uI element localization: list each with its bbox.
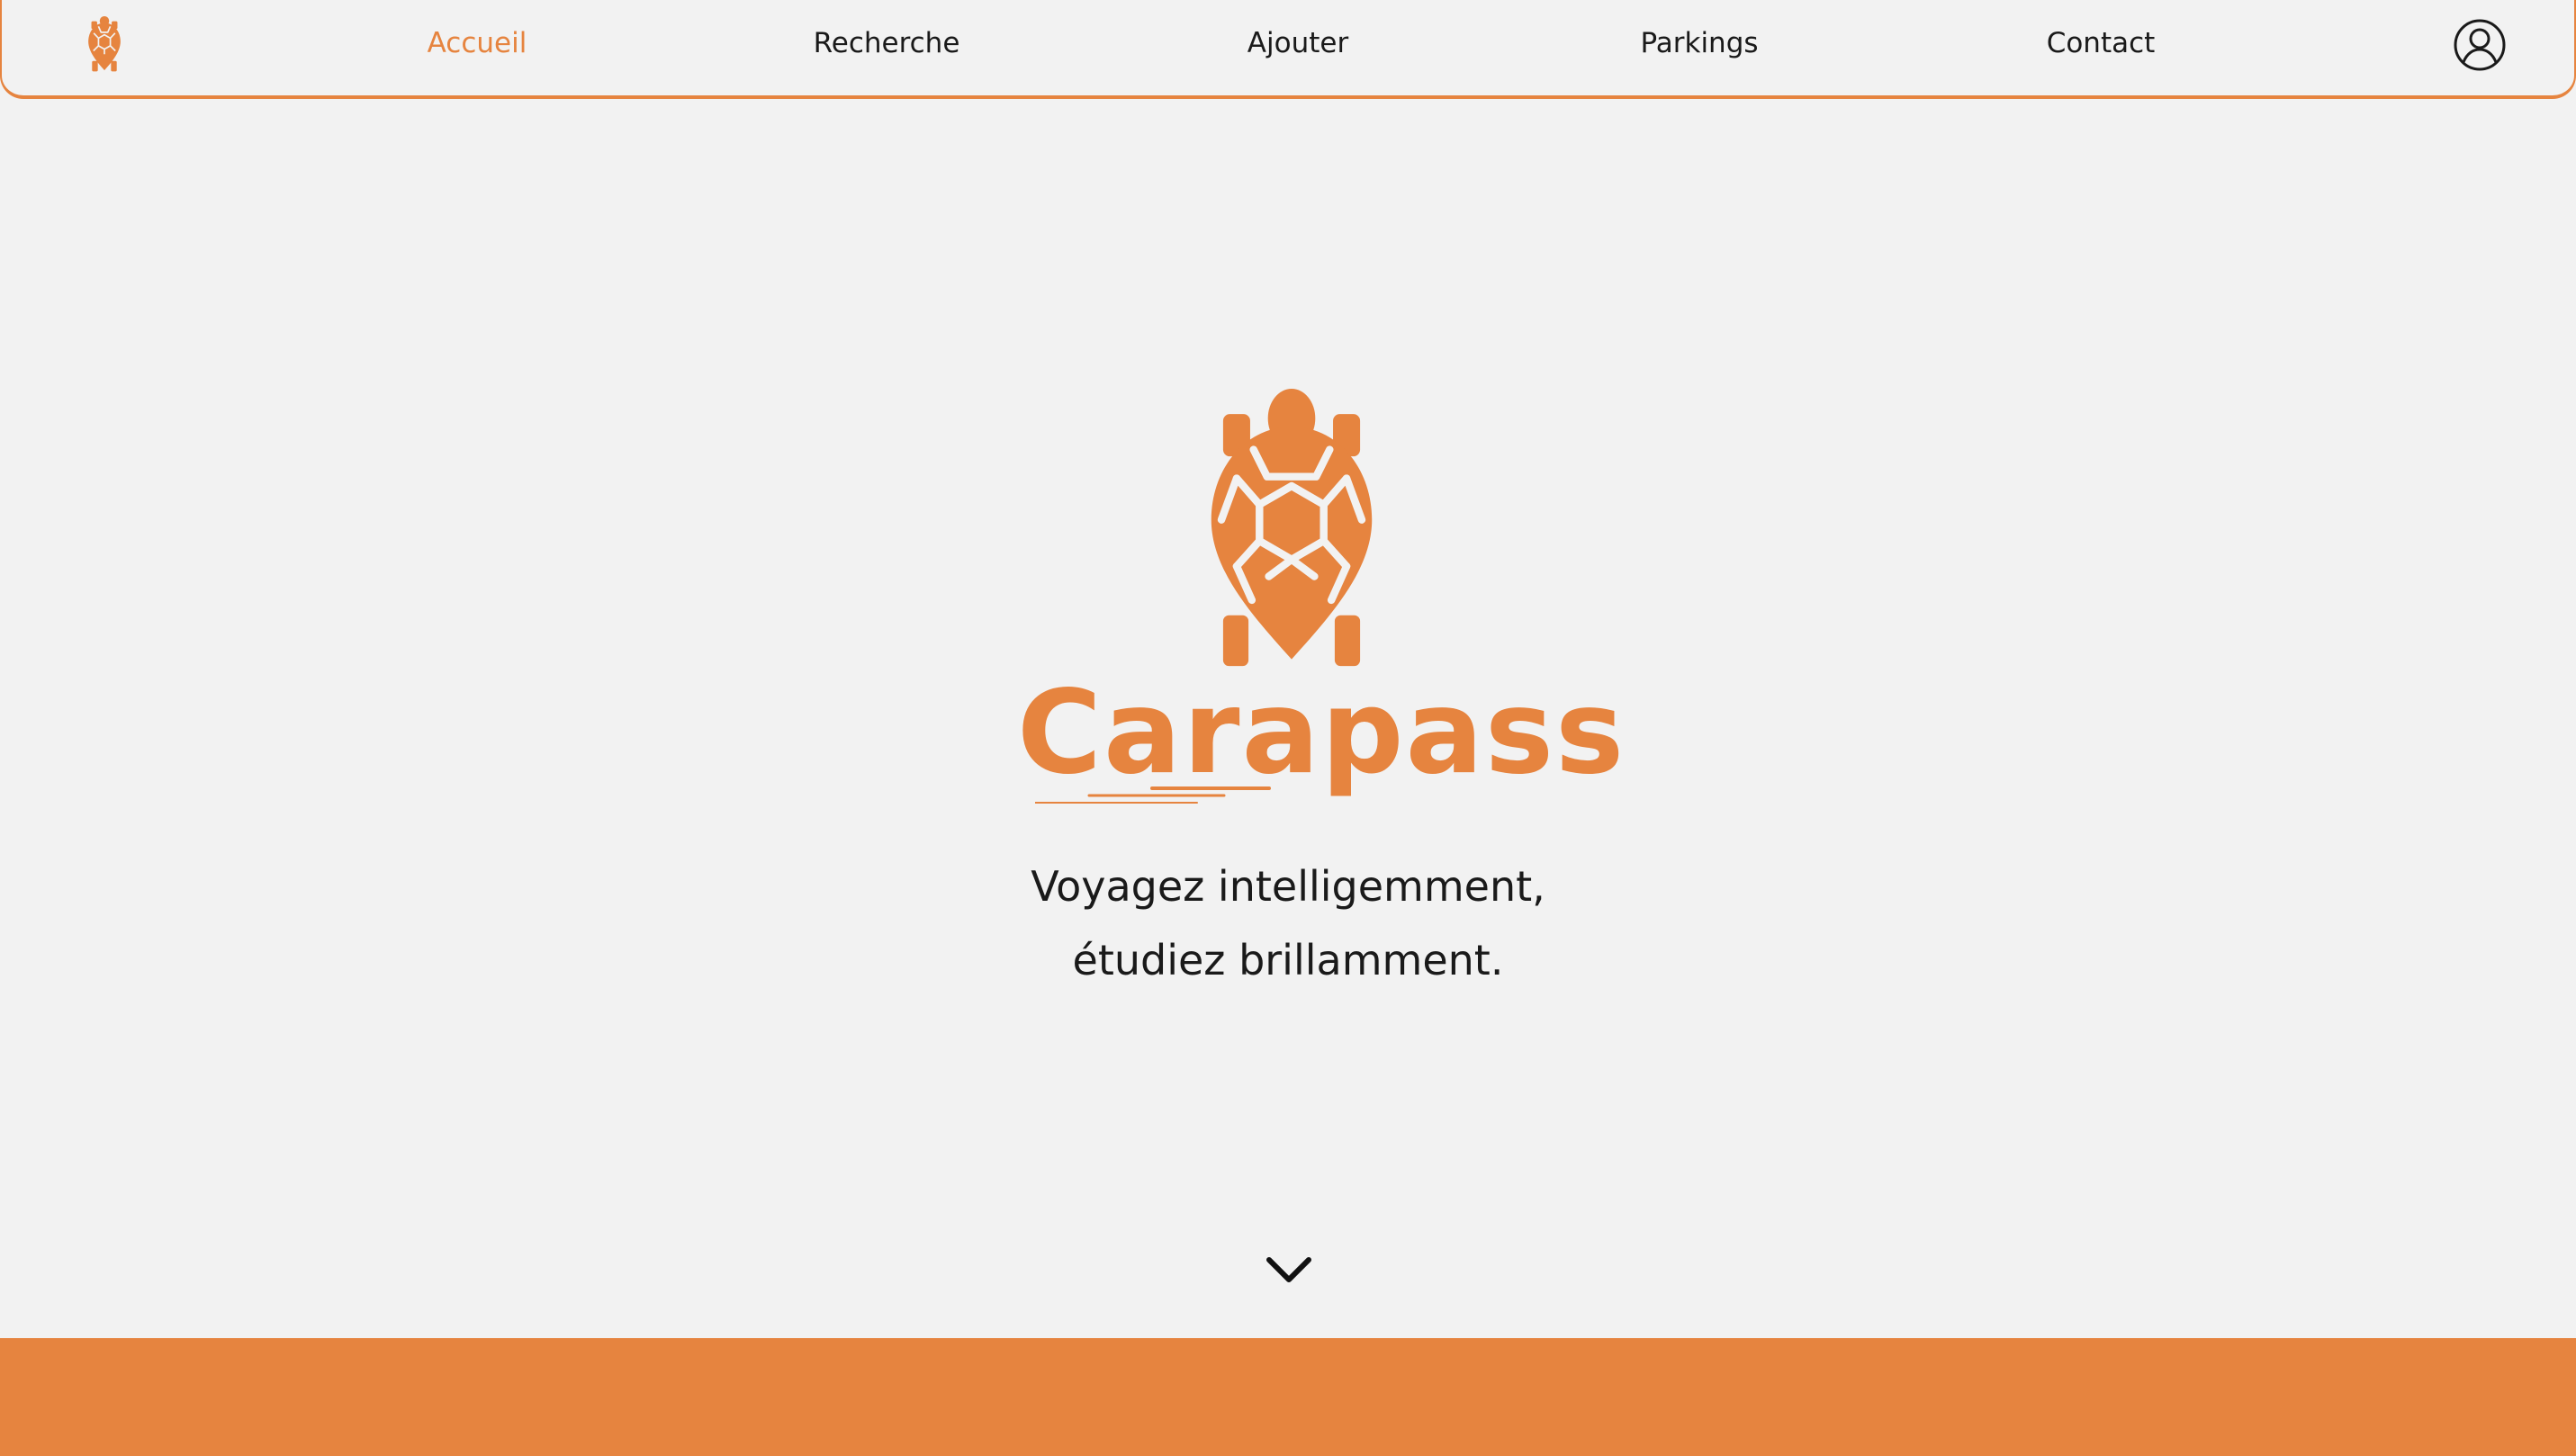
page: Accueil Recherche Ajouter Parkings Conta…: [0, 0, 2576, 1456]
chevron-down-icon[interactable]: [1265, 1253, 1312, 1289]
tagline-line-1: Voyagez intelligemment,: [1031, 862, 1545, 911]
nav-item-contact[interactable]: Contact: [2047, 23, 2156, 63]
nav-item-recherche[interactable]: Recherche: [814, 23, 960, 63]
top-navbar: Accueil Recherche Ajouter Parkings Conta…: [0, 0, 2576, 99]
turtle-logo-icon[interactable]: [85, 16, 124, 72]
turtle-logo-icon: [1211, 389, 1373, 667]
nav-item-ajouter[interactable]: Ajouter: [1247, 23, 1348, 63]
nav-item-accueil[interactable]: Accueil: [428, 23, 527, 63]
orange-section-band: [0, 1338, 2576, 1456]
nav-item-parkings[interactable]: Parkings: [1640, 23, 1758, 63]
user-circle-icon[interactable]: [2453, 18, 2507, 72]
tagline-line-2: étudiez brillamment.: [1072, 936, 1504, 984]
speed-lines-decoration: [1035, 786, 1271, 804]
